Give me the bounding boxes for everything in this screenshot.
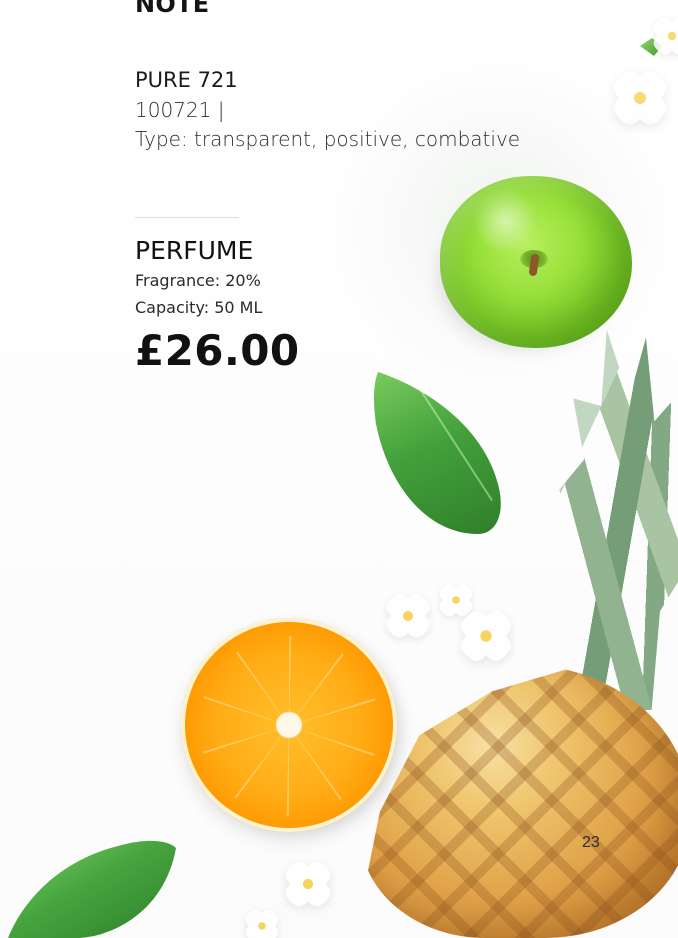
apple-stem <box>528 253 540 277</box>
jasmine-flower-image <box>458 608 514 664</box>
product-name: PURE 721 <box>135 68 238 92</box>
pineapple-image <box>366 664 678 938</box>
capacity-text: Capacity: 50 ML <box>135 298 263 317</box>
pineapple-crown-image <box>548 330 678 710</box>
product-code: 100721 | <box>135 98 225 122</box>
product-type: Type: transparent, positive, combative <box>135 127 521 151</box>
section-heading: NOTE <box>135 0 210 18</box>
apple-image <box>440 176 632 348</box>
mint-leaf-image <box>372 372 508 536</box>
jasmine-flower-image <box>610 68 670 128</box>
fragrance-percentage: Fragrance: 20% <box>135 271 261 290</box>
mint-leaf-bottom-image <box>8 838 178 938</box>
price-text: £26.00 <box>135 326 300 375</box>
jasmine-flower-image <box>243 907 281 938</box>
catalog-page: NOTE PURE 721 100721 | Type: transparent… <box>0 0 678 938</box>
jasmine-flower-image <box>437 581 475 619</box>
product-category: PERFUME <box>135 236 254 265</box>
jasmine-flower-image <box>283 859 333 909</box>
section-divider <box>135 217 239 218</box>
page-number: 23 <box>582 834 600 851</box>
jasmine-flower-image <box>384 592 432 640</box>
orange-slice-image <box>181 618 397 832</box>
